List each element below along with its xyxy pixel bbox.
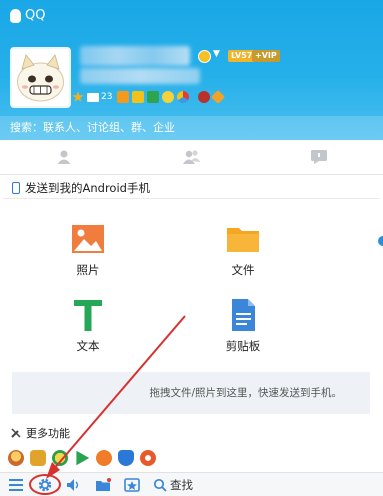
signature-redacted	[80, 68, 200, 84]
image-icon	[71, 222, 105, 256]
cart-icon[interactable]	[117, 91, 130, 103]
security-icon[interactable]	[118, 450, 134, 466]
more-functions[interactable]: 更多功能	[10, 426, 70, 440]
device-title-text: 发送到我的Android手机	[25, 181, 150, 195]
profile-header: QQ ▼ LV57 +VIP 23 搜索：联系人、讨论组、群、企业	[0, 0, 383, 140]
contact-icon	[57, 150, 71, 164]
main-tabs	[0, 140, 383, 175]
pet-icon[interactable]	[198, 91, 211, 103]
qzone-icon[interactable]	[30, 450, 46, 466]
vip-badge[interactable]: +VIP	[252, 50, 280, 62]
nickname-redacted	[80, 46, 190, 66]
status-dropdown-caret-icon[interactable]: ▼	[213, 49, 220, 59]
mail-icon[interactable]	[87, 92, 99, 102]
feature-clipboard[interactable]: 剪贴板	[203, 298, 283, 354]
game-icon[interactable]	[177, 91, 190, 103]
avatar[interactable]	[10, 47, 71, 108]
feature-text-label: 文本	[76, 339, 100, 353]
app-title: QQ	[10, 8, 45, 23]
feature-photo-label: 照片	[76, 263, 100, 277]
tab-groups[interactable]	[128, 140, 256, 174]
device-title: 发送到我的Android手机	[12, 180, 150, 196]
qq-penguin-icon	[10, 8, 21, 23]
volume-icon[interactable]	[66, 478, 82, 492]
music-app-icon[interactable]	[140, 450, 156, 466]
message-manager-icon[interactable]	[95, 477, 111, 492]
app-strip	[8, 450, 156, 466]
scroll-edge-indicator[interactable]	[378, 236, 383, 246]
text-icon	[71, 298, 105, 332]
tab-messages[interactable]	[255, 140, 383, 174]
annotation-circle	[29, 474, 61, 495]
feature-clipboard-label: 剪贴板	[225, 339, 261, 353]
app-box-icon[interactable]	[124, 477, 140, 492]
feature-file[interactable]: 文件	[203, 222, 283, 278]
video-play-icon[interactable]	[76, 450, 90, 466]
app-title-text: QQ	[25, 8, 46, 23]
feature-photo[interactable]: 照片	[48, 222, 128, 278]
drop-zone[interactable]: 拖拽文件/照片到这里，快速发送到手机。	[12, 372, 370, 414]
space-icon[interactable]	[162, 91, 175, 103]
feature-text[interactable]: 文本	[48, 298, 128, 354]
tab-contacts[interactable]	[0, 140, 128, 174]
wrench-icon	[11, 428, 21, 438]
search-input[interactable]: 搜索：联系人、讨论组、群、企业	[0, 116, 383, 140]
find-button[interactable]: 查找	[170, 477, 193, 493]
game-center-icon[interactable]	[96, 450, 112, 466]
qq-show-icon[interactable]	[8, 450, 24, 466]
find-search-icon[interactable]	[153, 478, 167, 492]
online-status-icon[interactable]	[198, 50, 211, 63]
tools-icon[interactable]	[211, 89, 226, 105]
message-icon	[311, 150, 328, 164]
group-icon	[182, 150, 200, 164]
folder-icon	[226, 222, 260, 256]
mail-count: 23	[101, 92, 113, 102]
feature-file-label: 文件	[231, 263, 255, 277]
music-icon[interactable]	[147, 91, 160, 103]
wallet-icon[interactable]	[132, 91, 145, 103]
weiyun-icon[interactable]	[52, 450, 68, 466]
star-icon[interactable]	[72, 91, 84, 102]
more-functions-label: 更多功能	[26, 427, 70, 440]
main-menu-icon[interactable]	[8, 478, 24, 492]
clipboard-icon	[226, 298, 260, 332]
phone-icon	[12, 182, 20, 194]
quick-icons-row: 23	[72, 89, 226, 105]
